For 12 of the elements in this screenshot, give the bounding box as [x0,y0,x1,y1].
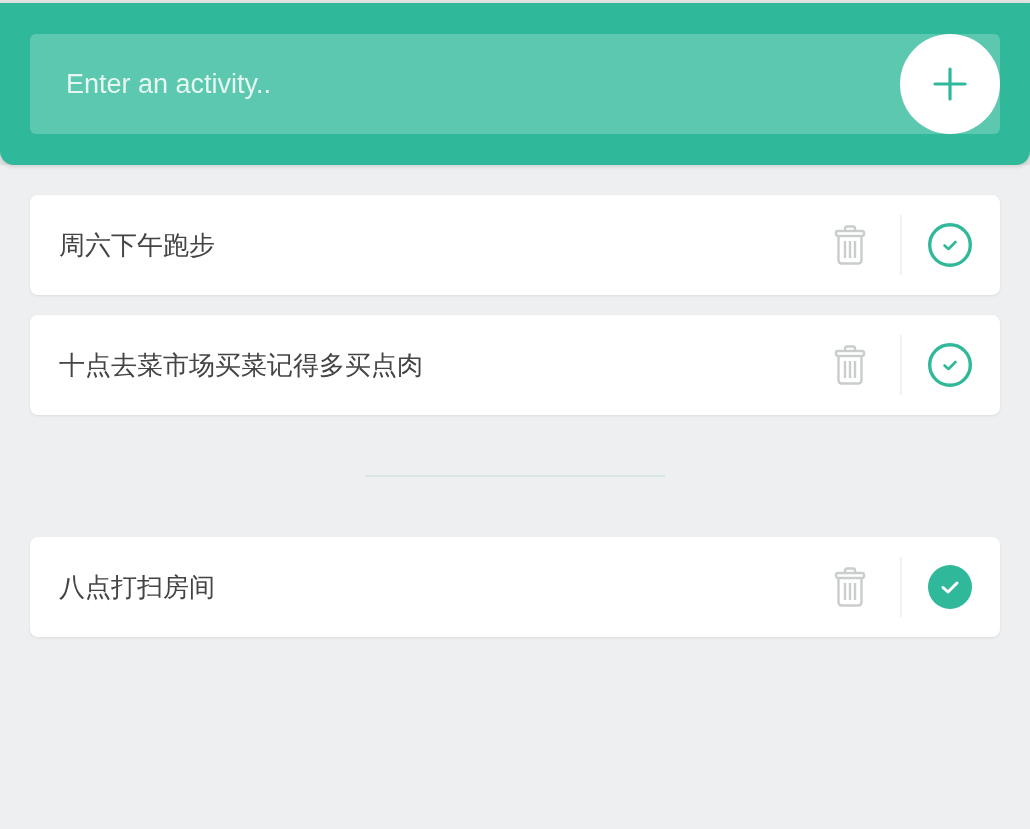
check-circle-icon[interactable] [928,343,972,387]
plus-icon [933,67,967,101]
todo-text: 八点打扫房间 [59,570,215,604]
checked-circle-icon[interactable] [928,565,972,609]
activity-input-field[interactable]: Enter an activity.. [30,34,900,134]
trash-icon[interactable] [834,567,866,607]
trash-icon[interactable] [834,345,866,385]
todo-text: 十点去菜市场买菜记得多买点肉 [59,348,423,382]
trash-icon[interactable] [834,225,866,265]
add-button[interactable] [900,34,1000,134]
check-circle-icon[interactable] [928,223,972,267]
todo-text: 周六下午跑步 [59,228,215,262]
